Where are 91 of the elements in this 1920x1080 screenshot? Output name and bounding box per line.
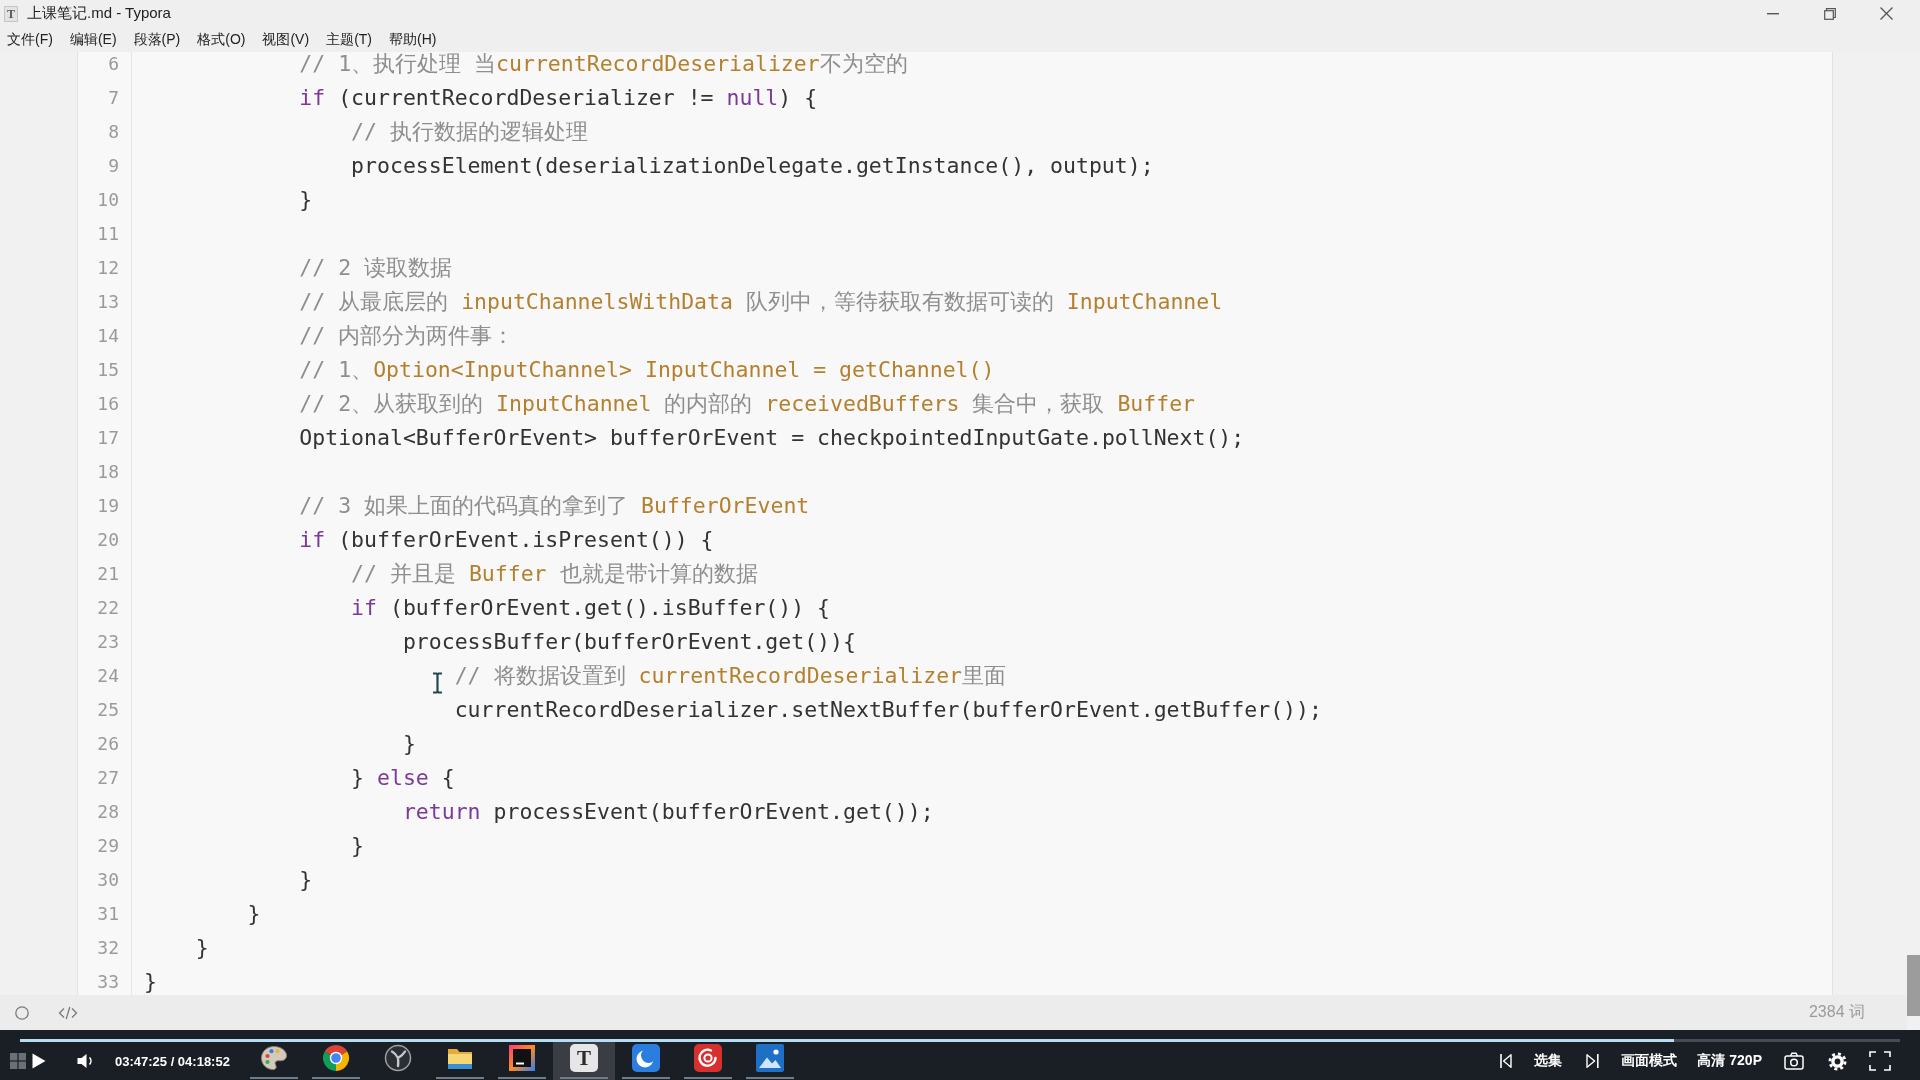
- code-line: // 2 读取数据: [299, 256, 453, 280]
- palette-icon: [260, 1044, 288, 1072]
- episodes-button[interactable]: 选集: [1534, 1052, 1563, 1070]
- picture-mode-button[interactable]: 画面模式: [1621, 1052, 1678, 1070]
- time-display: 03:47:25 / 04:18:52: [115, 1053, 230, 1069]
- code-line: // 3 如果上面的代码真的拿到了 BufferOrEvent: [299, 494, 810, 518]
- code-line: } else {: [351, 766, 455, 790]
- code-line: if (bufferOrEvent.get().isBuffer()) {: [351, 596, 831, 620]
- code-line: // 内部分为两件事：: [299, 324, 515, 348]
- code-line: }: [299, 868, 313, 892]
- circle-icon[interactable]: [15, 1005, 29, 1020]
- code-line: if (bufferOrEvent.isPresent()) {: [299, 528, 714, 552]
- line-number: 28: [97, 800, 119, 824]
- line-number: 18: [97, 460, 119, 484]
- volume-icon[interactable]: [77, 1053, 95, 1069]
- code-line: Optional<BufferOrEvent> bufferOrEvent = checkpointedInputGate.pollNext();: [299, 426, 1245, 450]
- image-icon: [756, 1044, 784, 1072]
- line-number: 23: [97, 630, 119, 654]
- settings-icon[interactable]: [1828, 1051, 1847, 1071]
- code-line: return processEvent(bufferOrEvent.get());: [402, 800, 934, 824]
- code-icon[interactable]: [58, 1005, 78, 1020]
- square-app-icon: [508, 1044, 536, 1072]
- emblem-icon: [384, 1044, 412, 1072]
- skip-back-icon[interactable]: [1500, 1053, 1513, 1069]
- code-line: }: [144, 970, 157, 994]
- line-number: 8: [108, 120, 119, 144]
- skip-forward-icon[interactable]: [1586, 1053, 1600, 1069]
- line-number: 9: [108, 154, 119, 178]
- line-number: 15: [97, 358, 119, 382]
- menu-item[interactable]: 格式(O): [197, 30, 246, 49]
- code-line: // 1、执行处理 当 currentRecordDeserializer不为空的: [299, 52, 908, 76]
- code-line: // 2、从获取到的 InputChannel 的内部的 receivedBuffers 集合中，获取 Buffer: [299, 392, 1196, 416]
- code-line: }: [402, 732, 416, 756]
- line-number: 7: [108, 86, 119, 110]
- app-logo: T: [4, 5, 18, 22]
- line-number: 16: [97, 392, 119, 416]
- code-line: // 从最底层的 inputChannelsWithData 队列中，等待获取有数据可读的 InputChannel: [299, 290, 1223, 314]
- app-logo: T: [570, 1044, 598, 1072]
- code-line: // 执行数据的逻辑处理: [351, 120, 588, 144]
- line-number: 27: [97, 766, 119, 790]
- code-line: // 将数据设置到 currentRecordDeserializer里面: [454, 664, 1007, 688]
- close-icon: [1880, 7, 1893, 20]
- code-line: if (currentRecordDeserializer != null) {: [299, 86, 818, 110]
- code-line: }: [247, 902, 261, 926]
- taskbar-button[interactable]: T: [553, 1042, 615, 1080]
- code-line: }: [299, 188, 313, 212]
- code-line: processElement(deserializationDelegate.getInstance(), output);: [351, 154, 1154, 178]
- quality-button[interactable]: 高清 720P: [1697, 1052, 1762, 1070]
- line-number: 26: [97, 732, 119, 756]
- code-line: currentRecordDeserializer.setNextBuffer(bufferOrEvent.getBuffer());: [454, 698, 1322, 722]
- code-line: processBuffer(bufferOrEvent.get()){: [402, 630, 856, 654]
- segmented-circle-icon: [322, 1044, 350, 1072]
- menu-item[interactable]: 段落(P): [133, 30, 181, 49]
- code-line: // 并且是 Buffer 也就是带计算的数据: [351, 562, 758, 586]
- line-number: 6: [108, 52, 119, 76]
- line-number: 24: [97, 664, 119, 688]
- window-title: 上课笔记.md - Typora: [27, 4, 171, 23]
- minimize-icon: [1766, 12, 1779, 15]
- line-number: 21: [97, 562, 119, 586]
- line-number: 11: [97, 222, 119, 246]
- menu-item[interactable]: 视图(V): [262, 30, 310, 49]
- line-number: 30: [97, 868, 119, 892]
- line-number: 20: [97, 528, 119, 552]
- line-number: 12: [97, 256, 119, 280]
- menu-item[interactable]: 文件(F): [7, 30, 53, 49]
- swirl-tile-icon: [694, 1044, 722, 1072]
- line-number: 22: [97, 596, 119, 620]
- code-line: // 1、Option<InputChannel> InputChannel = getChannel(): [299, 358, 995, 382]
- restore-icon: [1823, 7, 1836, 20]
- line-number: 19: [97, 494, 119, 518]
- menu-item[interactable]: 编辑(E): [69, 30, 117, 49]
- code-line: }: [351, 834, 365, 858]
- line-number: 17: [97, 426, 119, 450]
- play-icon[interactable]: [32, 1053, 46, 1069]
- line-number: 10: [97, 188, 119, 212]
- line-number: 29: [97, 834, 119, 858]
- line-number: 14: [97, 324, 119, 348]
- crescent-tile-icon: [632, 1044, 660, 1072]
- line-number: 13: [97, 290, 119, 314]
- text-cursor-icon: [432, 672, 443, 694]
- line-number: 32: [97, 936, 119, 960]
- code-line: }: [195, 936, 209, 960]
- line-number: 33: [97, 970, 119, 994]
- scrollbar-thumb[interactable]: [1907, 955, 1920, 1016]
- fullscreen-icon[interactable]: [1869, 1051, 1891, 1071]
- camera-icon[interactable]: [1784, 1052, 1804, 1070]
- line-number: 25: [97, 698, 119, 722]
- menu-item[interactable]: 主题(T): [326, 30, 372, 49]
- menu-item[interactable]: 帮助(H): [389, 30, 437, 49]
- line-number: 31: [97, 902, 119, 926]
- word-count: 2384 词: [1808, 1002, 1865, 1022]
